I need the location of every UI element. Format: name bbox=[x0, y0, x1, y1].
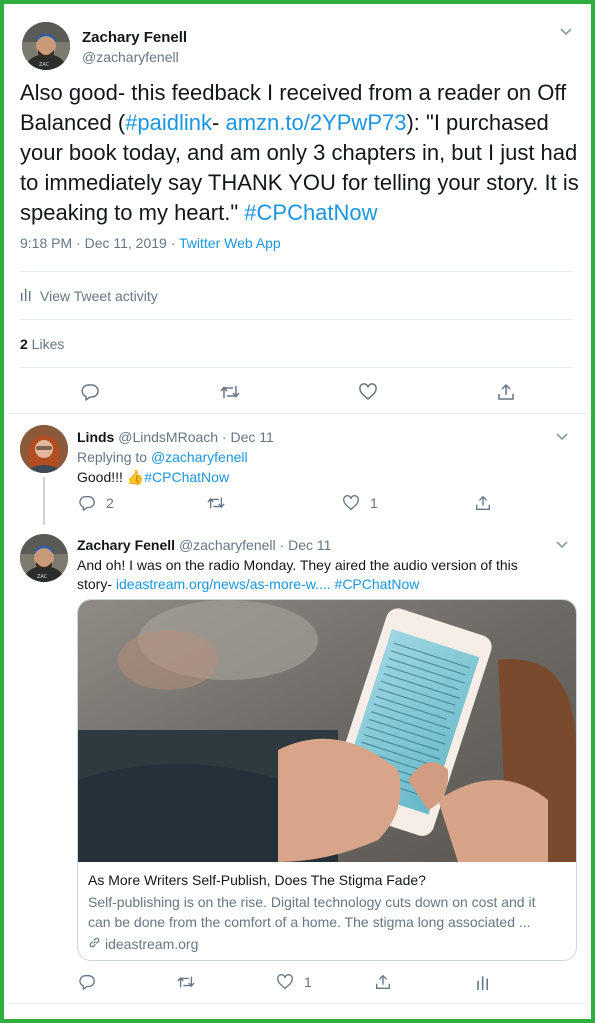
reply-icon bbox=[78, 494, 96, 512]
replying-to: Replying to @zacharyfenell bbox=[77, 449, 248, 465]
card-title: As More Writers Self-Publish, Does The S… bbox=[88, 872, 426, 888]
like-button[interactable]: 1 bbox=[342, 492, 378, 514]
article-link[interactable]: ideastream.org/news/as-more-w.... bbox=[116, 576, 331, 592]
hashtag-link[interactable]: #paidlink bbox=[125, 110, 212, 135]
card-body: As More Writers Self-Publish, Does The S… bbox=[88, 870, 566, 954]
amazon-link[interactable]: amzn.to/2YPwP73 bbox=[225, 110, 406, 135]
reply-1-text: Good!!! 👍#CPChatNow bbox=[77, 469, 229, 486]
reply-button[interactable] bbox=[80, 381, 100, 403]
like-icon bbox=[342, 494, 360, 512]
view-tweet-activity[interactable]: View Tweet activity bbox=[20, 287, 158, 304]
divider bbox=[20, 271, 573, 272]
author-handle[interactable]: @zacharyfenell bbox=[179, 537, 276, 553]
hashtag-link[interactable]: #CPChatNow bbox=[335, 576, 420, 592]
svg-text:ZAC: ZAC bbox=[37, 574, 48, 580]
author-handle[interactable]: @zacharyfenell bbox=[82, 49, 179, 65]
card-image bbox=[78, 600, 576, 862]
like-icon bbox=[276, 973, 294, 991]
reply-2-text-line1: And oh! I was on the radio Monday. They … bbox=[77, 557, 518, 573]
hashtag-link[interactable]: #CPChatNow bbox=[244, 200, 377, 225]
like-button[interactable]: 1 bbox=[276, 971, 312, 993]
card-description-line: Self-publishing is on the rise. Digital … bbox=[88, 894, 536, 910]
share-icon bbox=[474, 494, 492, 512]
tweet-text: Also good- this feedback I received from… bbox=[20, 78, 580, 228]
reply-icon bbox=[80, 382, 100, 402]
share-button[interactable] bbox=[474, 492, 492, 514]
thumbs-up-icon: 👍 bbox=[126, 469, 145, 485]
author-handle[interactable]: @LindsMRoach bbox=[118, 429, 218, 445]
activity-label: View Tweet activity bbox=[40, 287, 158, 304]
reply-button[interactable] bbox=[78, 971, 96, 993]
reply-2-text-line2: story- ideastream.org/news/as-more-w....… bbox=[77, 576, 419, 592]
like-button[interactable] bbox=[358, 381, 378, 403]
retweet-button[interactable] bbox=[219, 381, 241, 403]
section-divider bbox=[8, 413, 587, 414]
chevron-down-icon[interactable] bbox=[553, 537, 571, 555]
like-icon bbox=[358, 382, 378, 402]
author-name[interactable]: Linds bbox=[77, 429, 114, 445]
reply-2-header: Zachary Fenell @zacharyfenell · Dec 11 bbox=[77, 537, 331, 553]
replying-to-handle[interactable]: @zacharyfenell bbox=[151, 449, 248, 465]
analytics-icon bbox=[476, 974, 490, 990]
retweet-icon bbox=[219, 382, 241, 402]
analytics-button[interactable] bbox=[476, 971, 490, 993]
tweet-text-part: - bbox=[212, 110, 226, 135]
likes-label: Likes bbox=[27, 336, 65, 352]
tweet-text: And oh! I was on the radio Monday. They … bbox=[77, 557, 518, 573]
like-count: 1 bbox=[370, 495, 378, 511]
source-link[interactable]: Twitter Web App bbox=[179, 235, 281, 251]
likes-count[interactable]: 2 Likes bbox=[20, 336, 64, 352]
tweet-text: story- bbox=[77, 576, 116, 592]
chevron-down-icon[interactable] bbox=[553, 429, 571, 447]
divider bbox=[20, 319, 573, 320]
section-divider bbox=[8, 1003, 587, 1004]
like-count: 1 bbox=[304, 974, 312, 990]
tweet-timestamp: 9:18 PM · Dec 11, 2019 · Twitter Web App bbox=[20, 235, 281, 251]
card-domain-text: ideastream.org bbox=[105, 936, 199, 952]
share-icon bbox=[374, 973, 392, 991]
tweet-date[interactable]: · Dec 11 bbox=[218, 429, 274, 445]
share-button[interactable] bbox=[496, 381, 516, 403]
chevron-down-icon[interactable] bbox=[557, 24, 575, 42]
avatar[interactable] bbox=[20, 425, 68, 473]
likes-number: 2 bbox=[20, 336, 28, 352]
replying-to-label: Replying to bbox=[77, 449, 151, 465]
reply-1-header: Linds @LindsMRoach · Dec 11 bbox=[77, 429, 274, 445]
link-card[interactable]: As More Writers Self-Publish, Does The S… bbox=[77, 599, 577, 961]
reply-button[interactable]: 2 bbox=[78, 492, 114, 514]
avatar[interactable]: ZAC bbox=[20, 534, 68, 582]
reply-1-action-bar: 2 1 bbox=[8, 492, 588, 516]
tweet-date[interactable]: · Dec 11 bbox=[276, 537, 332, 553]
tweet-frame: ZAC Zachary Fenell @zacharyfenell Also g… bbox=[0, 0, 595, 1023]
retweet-icon bbox=[176, 973, 196, 991]
share-button[interactable] bbox=[374, 971, 392, 993]
card-domain: ideastream.org bbox=[88, 934, 566, 954]
avatar[interactable]: ZAC bbox=[22, 22, 70, 70]
reply-icon bbox=[78, 973, 96, 991]
retweet-icon bbox=[206, 494, 226, 512]
card-description-line: can be done from the comfort of a home. … bbox=[88, 914, 531, 930]
hashtag-link[interactable]: #CPChatNow bbox=[144, 469, 229, 485]
svg-text:ZAC: ZAC bbox=[39, 62, 50, 68]
timestamp[interactable]: 9:18 PM · Dec 11, 2019 · bbox=[20, 235, 179, 251]
main-tweet-header: ZAC Zachary Fenell @zacharyfenell bbox=[16, 16, 579, 70]
analytics-icon bbox=[20, 287, 32, 304]
author-name[interactable]: Zachary Fenell bbox=[77, 537, 175, 553]
main-action-bar bbox=[8, 381, 588, 405]
tweet-text: Good!!! bbox=[77, 469, 127, 485]
card-description: Self-publishing is on the rise. Digital … bbox=[88, 892, 566, 932]
author-name[interactable]: Zachary Fenell bbox=[82, 29, 187, 46]
share-icon bbox=[496, 382, 516, 402]
reply-count: 2 bbox=[106, 495, 114, 511]
retweet-button[interactable] bbox=[176, 971, 196, 993]
reply-2-action-bar: 1 bbox=[8, 971, 588, 995]
retweet-button[interactable] bbox=[206, 492, 226, 514]
divider bbox=[20, 367, 573, 368]
link-icon bbox=[88, 934, 101, 954]
